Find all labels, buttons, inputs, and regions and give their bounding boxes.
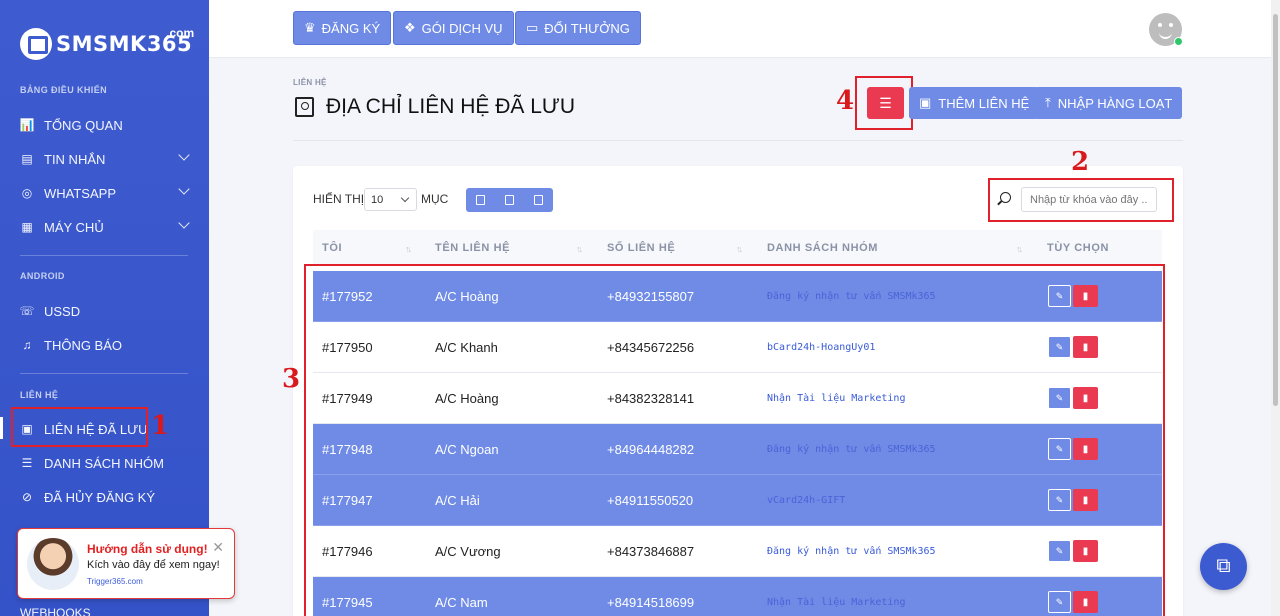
csv-button[interactable]: [524, 188, 553, 212]
translate-button[interactable]: ⧉: [1200, 543, 1247, 590]
page-title-text: ĐỊA CHỈ LIÊN HỆ ĐÃ LƯU: [326, 95, 575, 118]
divider: [20, 255, 188, 256]
copy-button[interactable]: [466, 188, 495, 212]
export-button-group: [466, 188, 553, 212]
help-popup[interactable]: Hướng dẫn sử dụng! Kích vào đây để xem n…: [17, 528, 235, 599]
table-header: TÔI ↑↓ TÊN LIÊN HỆ ↑↓ SỐ LIÊN HỆ ↑↓ DANH…: [313, 230, 1162, 266]
sidebar-item-servers[interactable]: ▦ MÁY CHỦ: [20, 216, 190, 238]
support-agent-avatar: [27, 538, 79, 590]
logo-icon: [20, 28, 52, 60]
chevron-down-icon: [178, 217, 190, 229]
section-label-android: ANDROID: [20, 271, 65, 281]
upload-icon: ⤒: [1045, 95, 1051, 110]
sidebar-item-label: DANH SÁCH NHÓM: [44, 455, 164, 471]
sort-icon[interactable]: ↑↓: [405, 244, 412, 254]
sidebar: .com SMSMK365 BẢNG ĐIỀU KHIỂN 📊 TỔNG QUA…: [0, 0, 209, 616]
translate-icon: ⧉: [1216, 555, 1231, 577]
grid-icon: [505, 195, 514, 205]
add-contact-label: THÊM LIÊN HỆ: [938, 95, 1030, 111]
sidebar-item-whatsapp[interactable]: ◎ WHATSAPP: [20, 182, 190, 204]
show-label: HIỂN THỊ: [313, 192, 365, 206]
chevron-down-icon: [178, 149, 190, 161]
bell-icon: ♫: [22, 338, 32, 352]
sidebar-item-label: WHATSAPP: [44, 185, 116, 201]
scrollbar-thumb[interactable]: [1273, 14, 1278, 406]
page-title: ĐỊA CHỈ LIÊN HỆ ĐÃ LƯU: [295, 95, 575, 119]
sidebar-item-label: TỔNG QUAN: [44, 117, 123, 133]
sidebar-item-webhooks[interactable]: WEBHOOKS: [20, 606, 91, 616]
breadcrumb: LIÊN HỆ: [293, 78, 327, 87]
sort-icon[interactable]: ↑↓: [576, 244, 583, 254]
bulk-import-label: NHẬP HÀNG LOẠT: [1057, 95, 1173, 111]
unsubscribe-icon: ⊘: [21, 490, 33, 504]
sidebar-item-ussd[interactable]: ☏ USSD: [20, 300, 188, 322]
online-status-icon: [1174, 37, 1183, 46]
bar-chart-icon: 📊: [19, 118, 35, 132]
section-label-dashboard: BẢNG ĐIỀU KHIỂN: [20, 85, 108, 95]
sidebar-item-notifications[interactable]: ♫ THÔNG BÁO: [20, 334, 188, 356]
close-icon[interactable]: ✕: [212, 539, 224, 556]
app-root: .com SMSMK365 BẢNG ĐIỀU KHIỂN 📊 TỔNG QUA…: [0, 0, 1280, 616]
redeem-button[interactable]: ▭ ĐỔI THƯỞNG: [515, 11, 641, 45]
annotation-box-2: [988, 178, 1174, 222]
redeem-button-label: ĐỔI THƯỞNG: [544, 20, 630, 36]
sidebar-item-messages[interactable]: ▤ TIN NHẮN: [20, 148, 190, 170]
annotation-number-1: 1: [151, 411, 170, 441]
add-contact-button[interactable]: ▣ THÊM LIÊN HỆ: [909, 87, 1040, 119]
ussd-icon: ☏: [19, 304, 35, 318]
excel-button[interactable]: [495, 188, 524, 212]
section-label-contacts: LIÊN HỆ: [20, 390, 59, 400]
bulk-import-button[interactable]: ⤒ NHẬP HÀNG LOẠT: [1035, 87, 1183, 119]
active-indicator: [0, 417, 3, 439]
annotation-box-4: [855, 76, 913, 130]
header-divider: [293, 140, 1183, 141]
logo-suffix: .com: [166, 26, 195, 40]
crown-icon: ♛: [304, 20, 316, 35]
whatsapp-icon: ◎: [21, 186, 33, 200]
help-title: Hướng dẫn sử dụng!: [87, 542, 208, 556]
logo[interactable]: .com SMSMK365: [20, 26, 195, 60]
divider: [20, 373, 188, 374]
sidebar-item-label: TIN NHẮN: [44, 151, 106, 167]
sidebar-item-label: USSD: [44, 303, 81, 319]
scrollbar[interactable]: [1271, 0, 1280, 616]
list-icon: ☰: [21, 456, 33, 470]
column-header-name[interactable]: TÊN LIÊN HỆ: [435, 242, 510, 254]
register-button-label: ĐĂNG KÝ: [321, 20, 381, 36]
sidebar-item-label: THÔNG BÁO: [44, 337, 123, 353]
annotation-number-3: 3: [282, 364, 301, 394]
sidebar-item-group-list[interactable]: ☰ DANH SÁCH NHÓM: [20, 452, 188, 474]
sidebar-item-label: ĐÃ HỦY ĐĂNG KÝ: [44, 489, 156, 505]
annotation-number-4: 4: [836, 86, 855, 116]
page-size-select[interactable]: 10: [364, 188, 417, 211]
register-button[interactable]: ♛ ĐĂNG KÝ: [293, 11, 392, 45]
sort-icon[interactable]: ↑↓: [736, 244, 743, 254]
service-packages-button[interactable]: ❖ GÓI DỊCH VỤ: [393, 11, 514, 45]
file-icon: [534, 195, 543, 205]
column-header-phone[interactable]: SỐ LIÊN HỆ: [607, 242, 675, 254]
help-text: Kích vào đây để xem ngay!: [87, 559, 220, 571]
message-icon: ▤: [21, 152, 33, 166]
service-packages-label: GÓI DỊCH VỤ: [421, 20, 503, 36]
contact-card-icon: ▣: [919, 95, 932, 110]
column-header-id[interactable]: TÔI: [322, 242, 342, 254]
annotation-box-3: [304, 264, 1165, 616]
annotation-number-2: 2: [1071, 147, 1090, 177]
copy-icon: [476, 195, 485, 205]
annotation-box-1: [11, 407, 148, 447]
contact-card-icon: [295, 97, 314, 117]
sidebar-item-overview[interactable]: 📊 TỔNG QUAN: [20, 114, 188, 136]
packages-icon: ❖: [404, 20, 416, 35]
column-header-options: TÙY CHỌN: [1047, 242, 1110, 254]
sidebar-item-unsubscribed[interactable]: ⊘ ĐÃ HỦY ĐĂNG KÝ: [20, 486, 188, 508]
sort-icon[interactable]: ↑↓: [1016, 244, 1023, 254]
server-icon: ▦: [21, 220, 33, 234]
entries-label: MỤC: [421, 192, 449, 206]
column-header-group[interactable]: DANH SÁCH NHÓM: [767, 242, 878, 254]
sidebar-item-label: MÁY CHỦ: [44, 219, 104, 235]
ticket-icon: ▭: [526, 20, 539, 35]
help-link[interactable]: Trigger365.com: [87, 577, 143, 586]
chevron-down-icon: [178, 183, 190, 195]
